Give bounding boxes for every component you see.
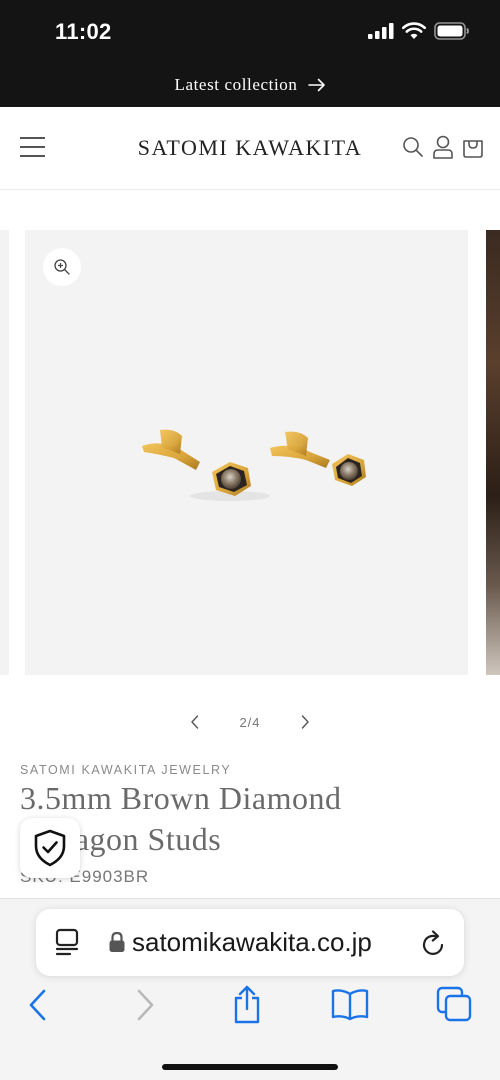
cart-icon[interactable] xyxy=(461,135,485,159)
zoom-icon[interactable] xyxy=(43,248,81,286)
forward-icon[interactable] xyxy=(125,984,165,1026)
address-bar[interactable]: satomikawakita.co.jp xyxy=(36,909,464,976)
back-icon[interactable] xyxy=(18,984,58,1026)
account-icon[interactable] xyxy=(431,135,455,159)
share-icon[interactable] xyxy=(227,984,267,1026)
reload-icon[interactable] xyxy=(420,928,448,958)
cellular-signal-icon xyxy=(368,23,394,39)
search-icon[interactable] xyxy=(401,135,425,159)
wifi-icon xyxy=(402,22,426,39)
next-slide-peek[interactable] xyxy=(486,230,500,675)
browser-chrome: satomikawakita.co.jp xyxy=(0,898,500,1080)
status-bar: 11:02 xyxy=(0,0,500,62)
home-indicator xyxy=(162,1064,338,1070)
announcement-text[interactable]: Latest collection xyxy=(174,75,297,95)
reader-mode-icon[interactable] xyxy=(54,928,82,958)
product-title: 3.5mm Brown Diamond Hexagon Studs xyxy=(20,780,342,857)
previous-slide-peek[interactable] xyxy=(0,230,9,675)
lock-icon xyxy=(109,931,125,952)
hexagon-stud-earrings-image xyxy=(142,429,366,501)
url-text[interactable]: satomikawakita.co.jp xyxy=(132,927,372,958)
product-image[interactable] xyxy=(25,230,468,675)
product-gallery[interactable] xyxy=(0,230,500,675)
slide-counter: 2/4 xyxy=(239,714,261,730)
chevron-left-icon[interactable] xyxy=(189,714,201,730)
shield-check-icon xyxy=(34,829,66,867)
battery-icon xyxy=(434,22,469,40)
tabs-icon[interactable] xyxy=(435,984,475,1026)
product-vendor: SATOMI KAWAKITA JEWELRY xyxy=(20,763,232,777)
bookmarks-icon[interactable] xyxy=(330,984,370,1026)
status-time: 11:02 xyxy=(55,19,112,44)
browser-toolbar xyxy=(0,984,500,1034)
site-header: SATOMI KAWAKITA xyxy=(0,107,500,190)
gallery-pager: 2/4 xyxy=(0,705,500,739)
arrow-right-icon xyxy=(307,78,325,91)
trust-badge[interactable] xyxy=(20,818,80,878)
announcement-bar[interactable]: Latest collection xyxy=(0,62,500,107)
chevron-right-icon[interactable] xyxy=(299,714,311,730)
